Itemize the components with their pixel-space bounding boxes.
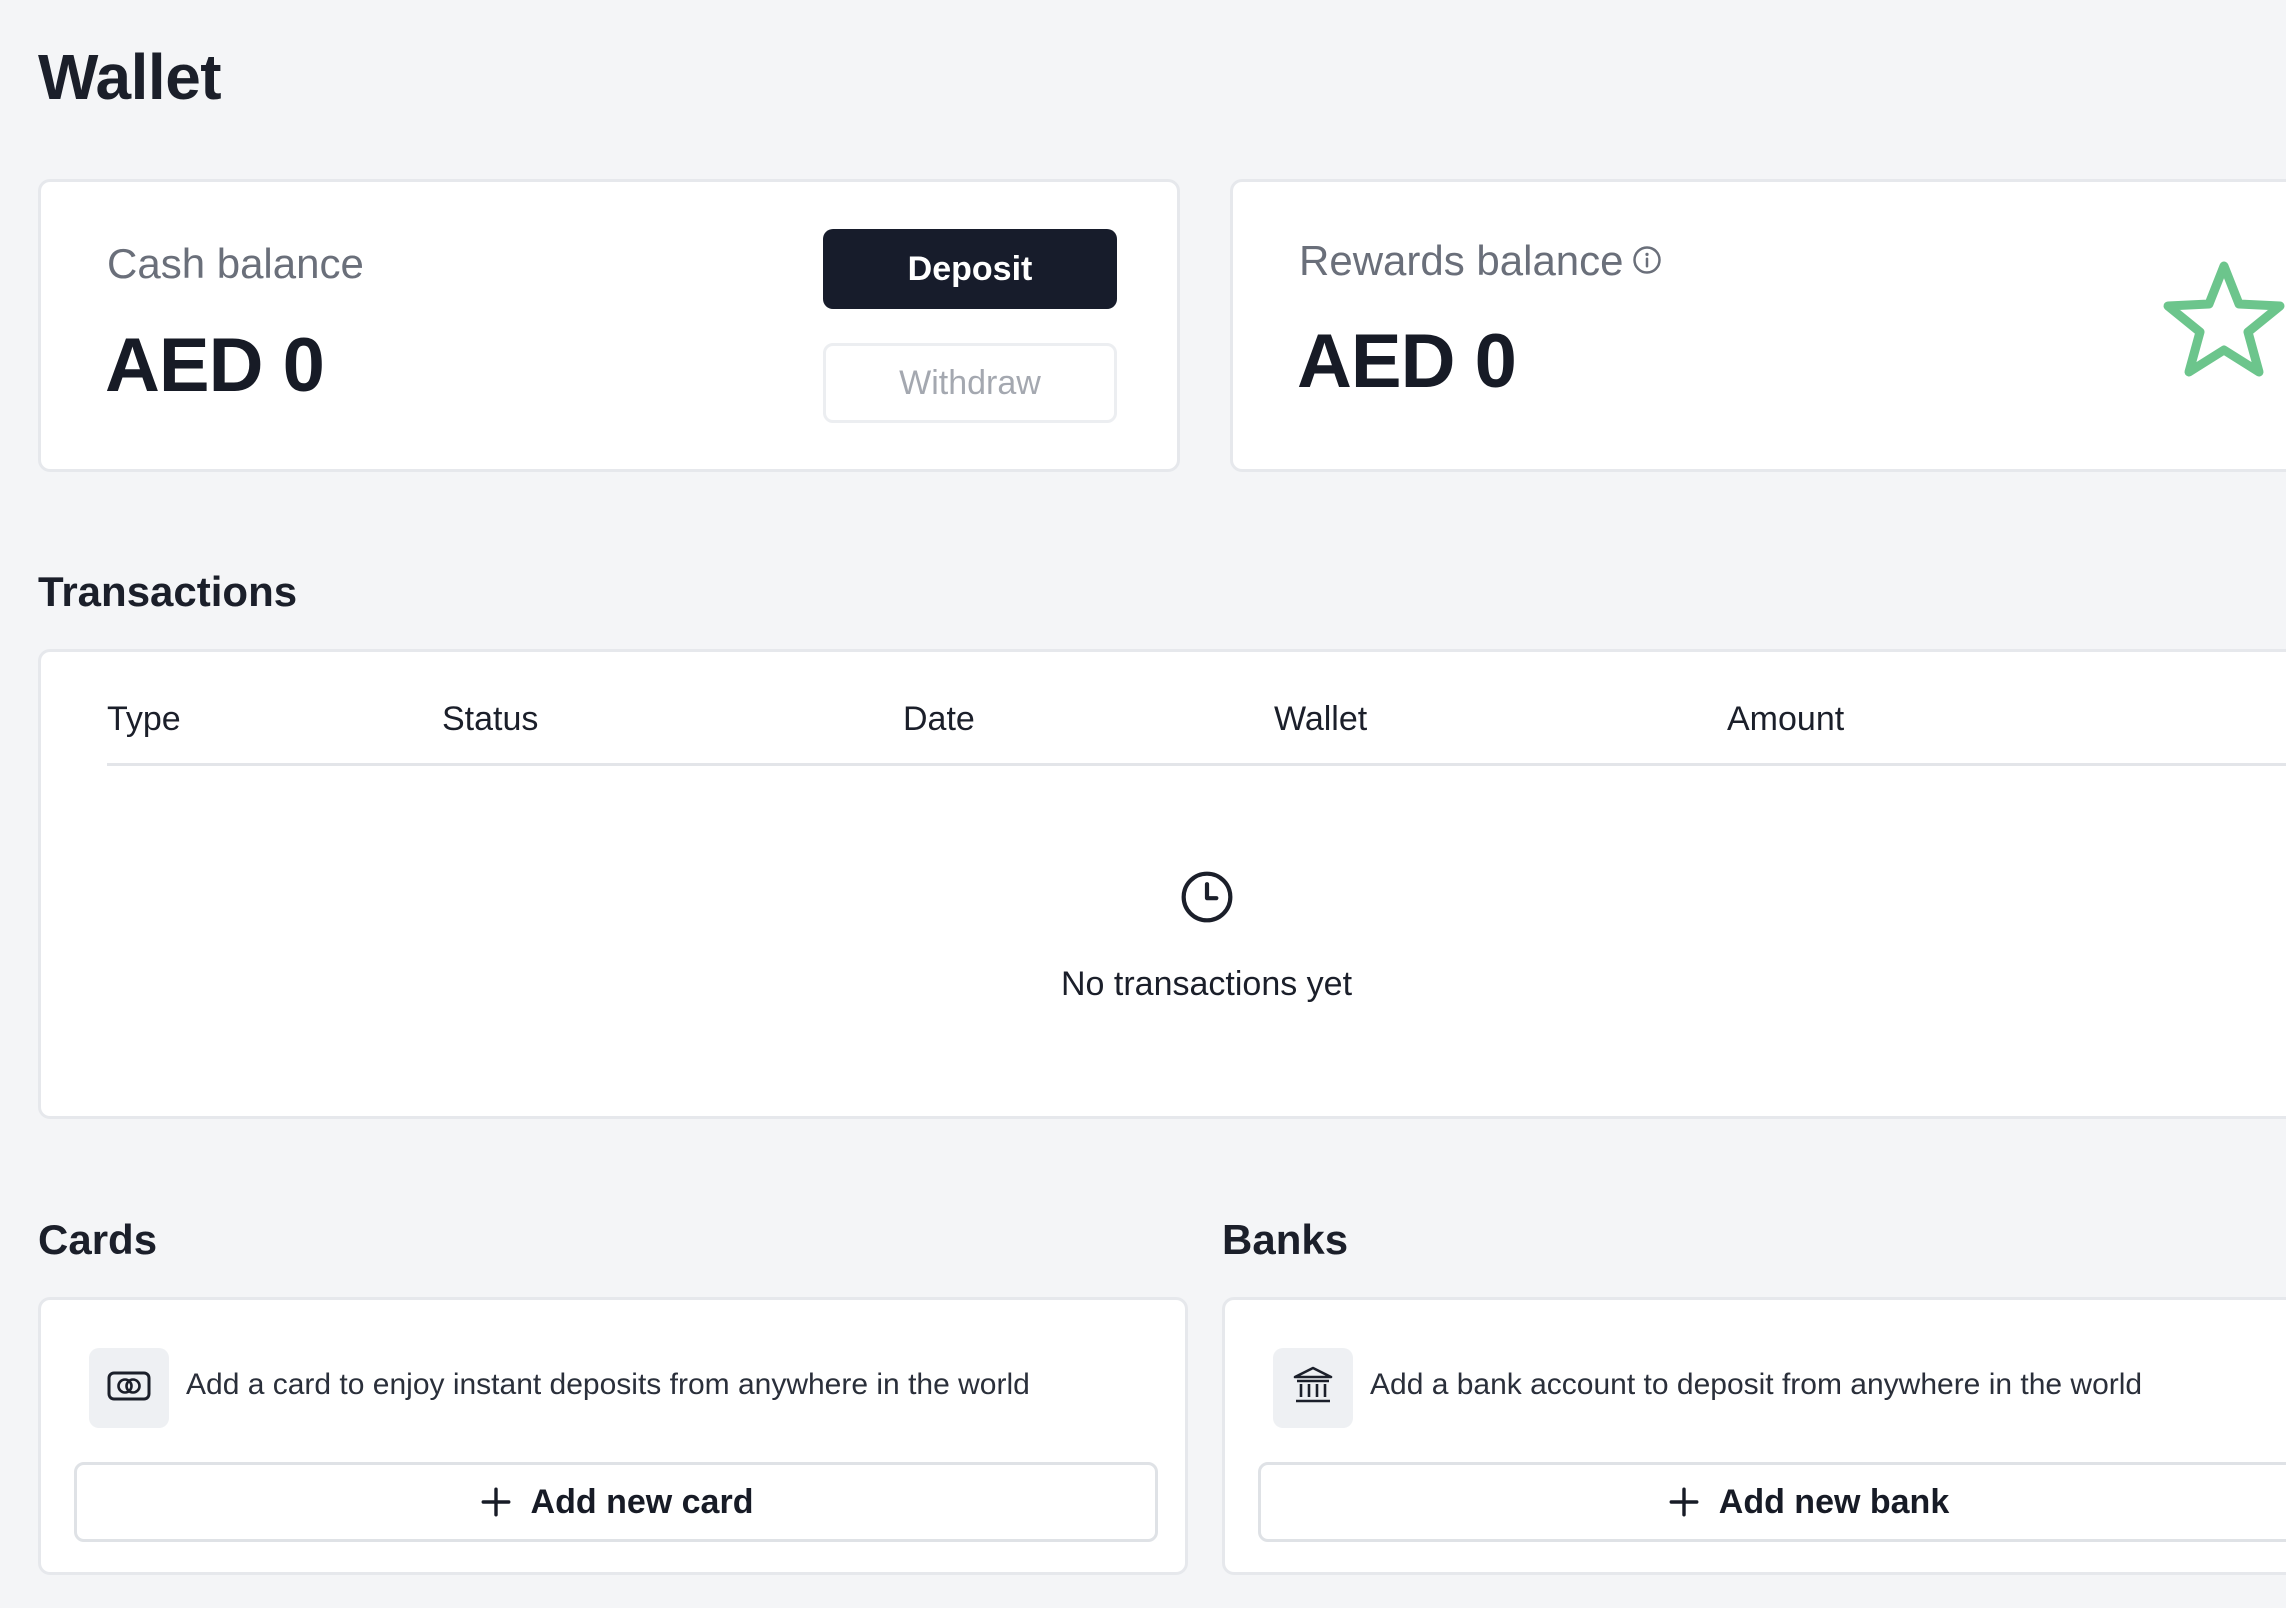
star-icon bbox=[2159, 258, 2286, 389]
bank-icon bbox=[1291, 1364, 1335, 1413]
add-new-card-button[interactable]: Add new card bbox=[74, 1462, 1158, 1542]
rewards-balance-label: Rewards balance bbox=[1299, 237, 1624, 284]
withdraw-button[interactable]: Withdraw bbox=[823, 343, 1117, 423]
rewards-balance-amount: AED 0 bbox=[1297, 319, 1517, 404]
wallet-page: Wallet Cash balance AED 0 Deposit Withdr… bbox=[0, 0, 2286, 1608]
cash-balance-card: Cash balance AED 0 Deposit Withdraw bbox=[38, 179, 1180, 472]
table-header-divider bbox=[107, 763, 2286, 766]
rewards-balance-card: Rewards balance AED 0 bbox=[1230, 179, 2286, 472]
column-header-wallet: Wallet bbox=[1274, 700, 1368, 738]
column-header-date: Date bbox=[903, 700, 975, 738]
add-new-bank-button[interactable]: Add new bank bbox=[1258, 1462, 2286, 1542]
plus-icon bbox=[1667, 1485, 1701, 1519]
add-new-bank-label: Add new bank bbox=[1718, 1482, 1950, 1521]
bank-icon-box bbox=[1273, 1348, 1353, 1428]
clock-icon bbox=[1179, 869, 1235, 930]
banks-title: Banks bbox=[1222, 1216, 1349, 1263]
page-title: Wallet bbox=[38, 41, 222, 113]
card-description: Add a card to enjoy instant deposits fro… bbox=[186, 1368, 1030, 1401]
add-new-card-label: Add new card bbox=[530, 1482, 754, 1521]
cash-balance-label: Cash balance bbox=[107, 240, 364, 287]
cards-title: Cards bbox=[38, 1216, 158, 1263]
bank-description: Add a bank account to deposit from anywh… bbox=[1370, 1368, 2143, 1401]
column-header-status: Status bbox=[442, 700, 539, 738]
transactions-table: Type Status Date Wallet Amount No transa… bbox=[38, 649, 2286, 1119]
cards-panel: Add a card to enjoy instant deposits fro… bbox=[38, 1297, 1188, 1575]
info-icon[interactable] bbox=[1632, 237, 1662, 285]
column-header-type: Type bbox=[107, 700, 181, 738]
credit-card-icon bbox=[107, 1371, 151, 1406]
cash-balance-amount: AED 0 bbox=[105, 323, 325, 408]
rewards-balance-label-row: Rewards balance bbox=[1299, 237, 1662, 288]
column-header-amount: Amount bbox=[1727, 700, 1845, 738]
plus-icon bbox=[479, 1485, 513, 1519]
deposit-button[interactable]: Deposit bbox=[823, 229, 1117, 309]
transactions-title: Transactions bbox=[38, 568, 298, 615]
empty-state-text: No transactions yet bbox=[1061, 965, 1353, 1003]
banks-panel: Add a bank account to deposit from anywh… bbox=[1222, 1297, 2286, 1575]
card-icon-box bbox=[89, 1348, 169, 1428]
